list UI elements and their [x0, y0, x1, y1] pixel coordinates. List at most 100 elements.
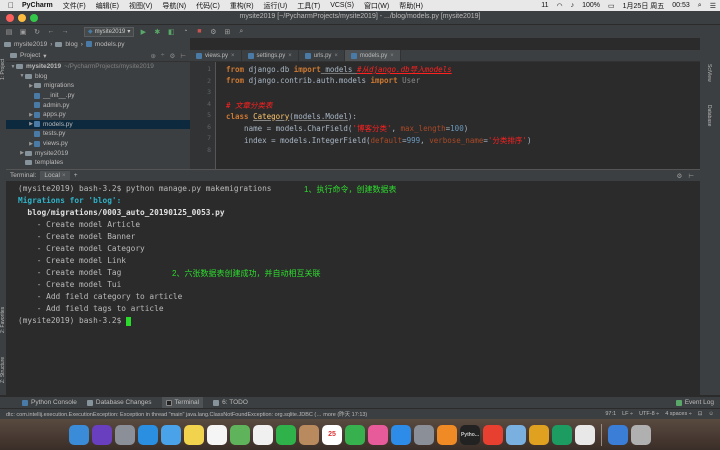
- code-editor[interactable]: from django.db import models #从django.db…: [216, 62, 700, 169]
- notes-icon[interactable]: [184, 424, 204, 445]
- gear-icon[interactable]: ⚙: [677, 172, 683, 180]
- tree-item[interactable]: templates: [6, 158, 190, 168]
- add-terminal-icon[interactable]: +: [74, 172, 78, 179]
- editor-tab[interactable]: urls.py ×: [299, 50, 345, 61]
- reminders-icon[interactable]: [207, 424, 227, 445]
- syspref-icon[interactable]: [414, 424, 434, 445]
- tab-todo[interactable]: 6: TODO: [213, 399, 248, 406]
- menu-code[interactable]: 代码(C): [192, 1, 226, 11]
- qq-icon[interactable]: [483, 424, 503, 445]
- battery-icon[interactable]: ▭: [604, 2, 619, 10]
- sublime-icon[interactable]: [529, 424, 549, 445]
- terminal-icon[interactable]: Pytho...: [460, 424, 480, 445]
- mail-icon[interactable]: [161, 424, 181, 445]
- battery-percent[interactable]: 100%: [578, 2, 604, 9]
- wifi-icon[interactable]: ◠: [553, 2, 567, 10]
- calendar-icon[interactable]: 25: [322, 424, 342, 445]
- tree-item[interactable]: ▶ views.py: [6, 139, 190, 149]
- safari-icon[interactable]: [138, 424, 158, 445]
- pycharm-icon[interactable]: [552, 424, 572, 445]
- editor-tab[interactable]: settings.py ×: [242, 50, 299, 61]
- caret-position[interactable]: 97:1: [605, 411, 616, 417]
- breadcrumb-file[interactable]: models.py: [95, 41, 125, 48]
- forward-icon[interactable]: →: [60, 27, 70, 36]
- editor-tab[interactable]: models.py ×: [344, 50, 401, 61]
- launchpad-icon[interactable]: [115, 424, 135, 445]
- hide-icon[interactable]: ⊢: [688, 172, 694, 180]
- line-separator[interactable]: LF ÷: [622, 411, 633, 417]
- sync-icon[interactable]: ↻: [32, 27, 42, 36]
- debug-icon[interactable]: ✱: [152, 27, 162, 36]
- menu-refactor[interactable]: 重构(R): [226, 1, 260, 11]
- clock-date[interactable]: 1月25日 周五: [619, 1, 669, 11]
- search-icon[interactable]: ⌕: [236, 27, 246, 36]
- locate-icon[interactable]: ⊕: [150, 52, 155, 60]
- run-config-select[interactable]: ◆ mysite2019 ▾: [84, 26, 135, 37]
- tree-item[interactable]: ▶ models.py: [6, 119, 190, 130]
- maps-icon[interactable]: [230, 424, 250, 445]
- tab-terminal[interactable]: Terminal: [161, 397, 204, 408]
- photos-icon[interactable]: [253, 424, 273, 445]
- menu-window[interactable]: 窗口(W): [360, 1, 395, 11]
- database-icon[interactable]: Database: [706, 98, 712, 133]
- close-icon[interactable]: ×: [62, 172, 66, 179]
- collapse-icon[interactable]: ÷: [161, 52, 165, 60]
- itunes-icon[interactable]: [368, 424, 388, 445]
- settings-icon[interactable]: ⚙: [208, 27, 218, 36]
- downloads-icon[interactable]: [608, 424, 628, 445]
- back-icon[interactable]: ←: [46, 27, 56, 36]
- menu-app-name[interactable]: PyCharm: [18, 2, 59, 9]
- indent-setting[interactable]: 4 spaces ÷: [665, 411, 692, 417]
- terminal-output[interactable]: (mysite2019) bash-3.2$ python manage.py …: [6, 181, 700, 395]
- tree-item[interactable]: tests.py: [6, 129, 190, 139]
- status-message[interactable]: dtc: com.intellij.execution.ExecutionExc…: [6, 410, 476, 418]
- other-icon[interactable]: [575, 424, 595, 445]
- breadcrumb-project[interactable]: mysite2019: [14, 41, 47, 48]
- preview-icon[interactable]: [506, 424, 526, 445]
- clock-time[interactable]: 00:53: [668, 2, 694, 9]
- tab-python-console[interactable]: Python Console: [22, 399, 77, 406]
- chevron-down-icon[interactable]: ▾: [43, 52, 46, 60]
- contacts-icon[interactable]: [299, 424, 319, 445]
- editor-tab[interactable]: views.py ×: [190, 50, 242, 61]
- stop-icon[interactable]: ■: [194, 27, 204, 36]
- project-view-select[interactable]: Project: [20, 52, 40, 59]
- trash-icon[interactable]: [631, 424, 651, 445]
- event-log-button[interactable]: Event Log: [675, 399, 720, 406]
- coverage-icon[interactable]: ◧: [166, 27, 176, 36]
- menu-help[interactable]: 帮助(H): [395, 1, 429, 11]
- menu-tools[interactable]: 工具(T): [293, 1, 326, 11]
- notification-center-icon[interactable]: ☰: [706, 2, 720, 10]
- close-tab-icon[interactable]: ×: [288, 53, 292, 59]
- run-icon[interactable]: ▶: [138, 27, 148, 36]
- lock-icon[interactable]: ⊡: [698, 411, 703, 417]
- finder-icon[interactable]: [69, 424, 89, 445]
- notification-count[interactable]: 11: [537, 2, 552, 9]
- tree-item[interactable]: ▼ blog: [6, 72, 190, 82]
- tree-item[interactable]: ▶ mysite2019: [6, 148, 190, 158]
- file-encoding[interactable]: UTF-8 ÷: [639, 411, 659, 417]
- open-folder-icon[interactable]: ▤: [4, 27, 14, 36]
- gear-icon[interactable]: ⚙: [170, 52, 176, 60]
- appstore-icon[interactable]: [391, 424, 411, 445]
- close-tab-icon[interactable]: ×: [390, 53, 394, 59]
- menu-run[interactable]: 运行(U): [260, 1, 294, 11]
- spotlight-icon[interactable]: ⌕: [694, 2, 706, 10]
- tree-item[interactable]: ▶ apps.py: [6, 110, 190, 120]
- facetime-icon[interactable]: [345, 424, 365, 445]
- menu-view[interactable]: 视图(V): [125, 1, 158, 11]
- breadcrumb-folder[interactable]: blog: [65, 41, 77, 48]
- close-tab-icon[interactable]: ×: [231, 53, 235, 59]
- wechat-icon[interactable]: [276, 424, 296, 445]
- terminal-tab-local[interactable]: Local ×: [40, 171, 70, 180]
- tree-item[interactable]: ▼ mysite2019 ~/PycharmProjects/mysite2019: [6, 62, 190, 72]
- tree-item[interactable]: admin.py: [6, 100, 190, 110]
- profile-icon[interactable]: ◔: [180, 27, 190, 36]
- menu-edit[interactable]: 编辑(E): [92, 1, 125, 11]
- close-tab-icon[interactable]: ×: [334, 53, 338, 59]
- ibooks-icon[interactable]: [437, 424, 457, 445]
- volume-icon[interactable]: ♪: [567, 2, 579, 9]
- siri-icon[interactable]: [92, 424, 112, 445]
- menu-vcs[interactable]: VCS(S): [326, 2, 360, 9]
- hide-icon[interactable]: ⊢: [180, 52, 186, 60]
